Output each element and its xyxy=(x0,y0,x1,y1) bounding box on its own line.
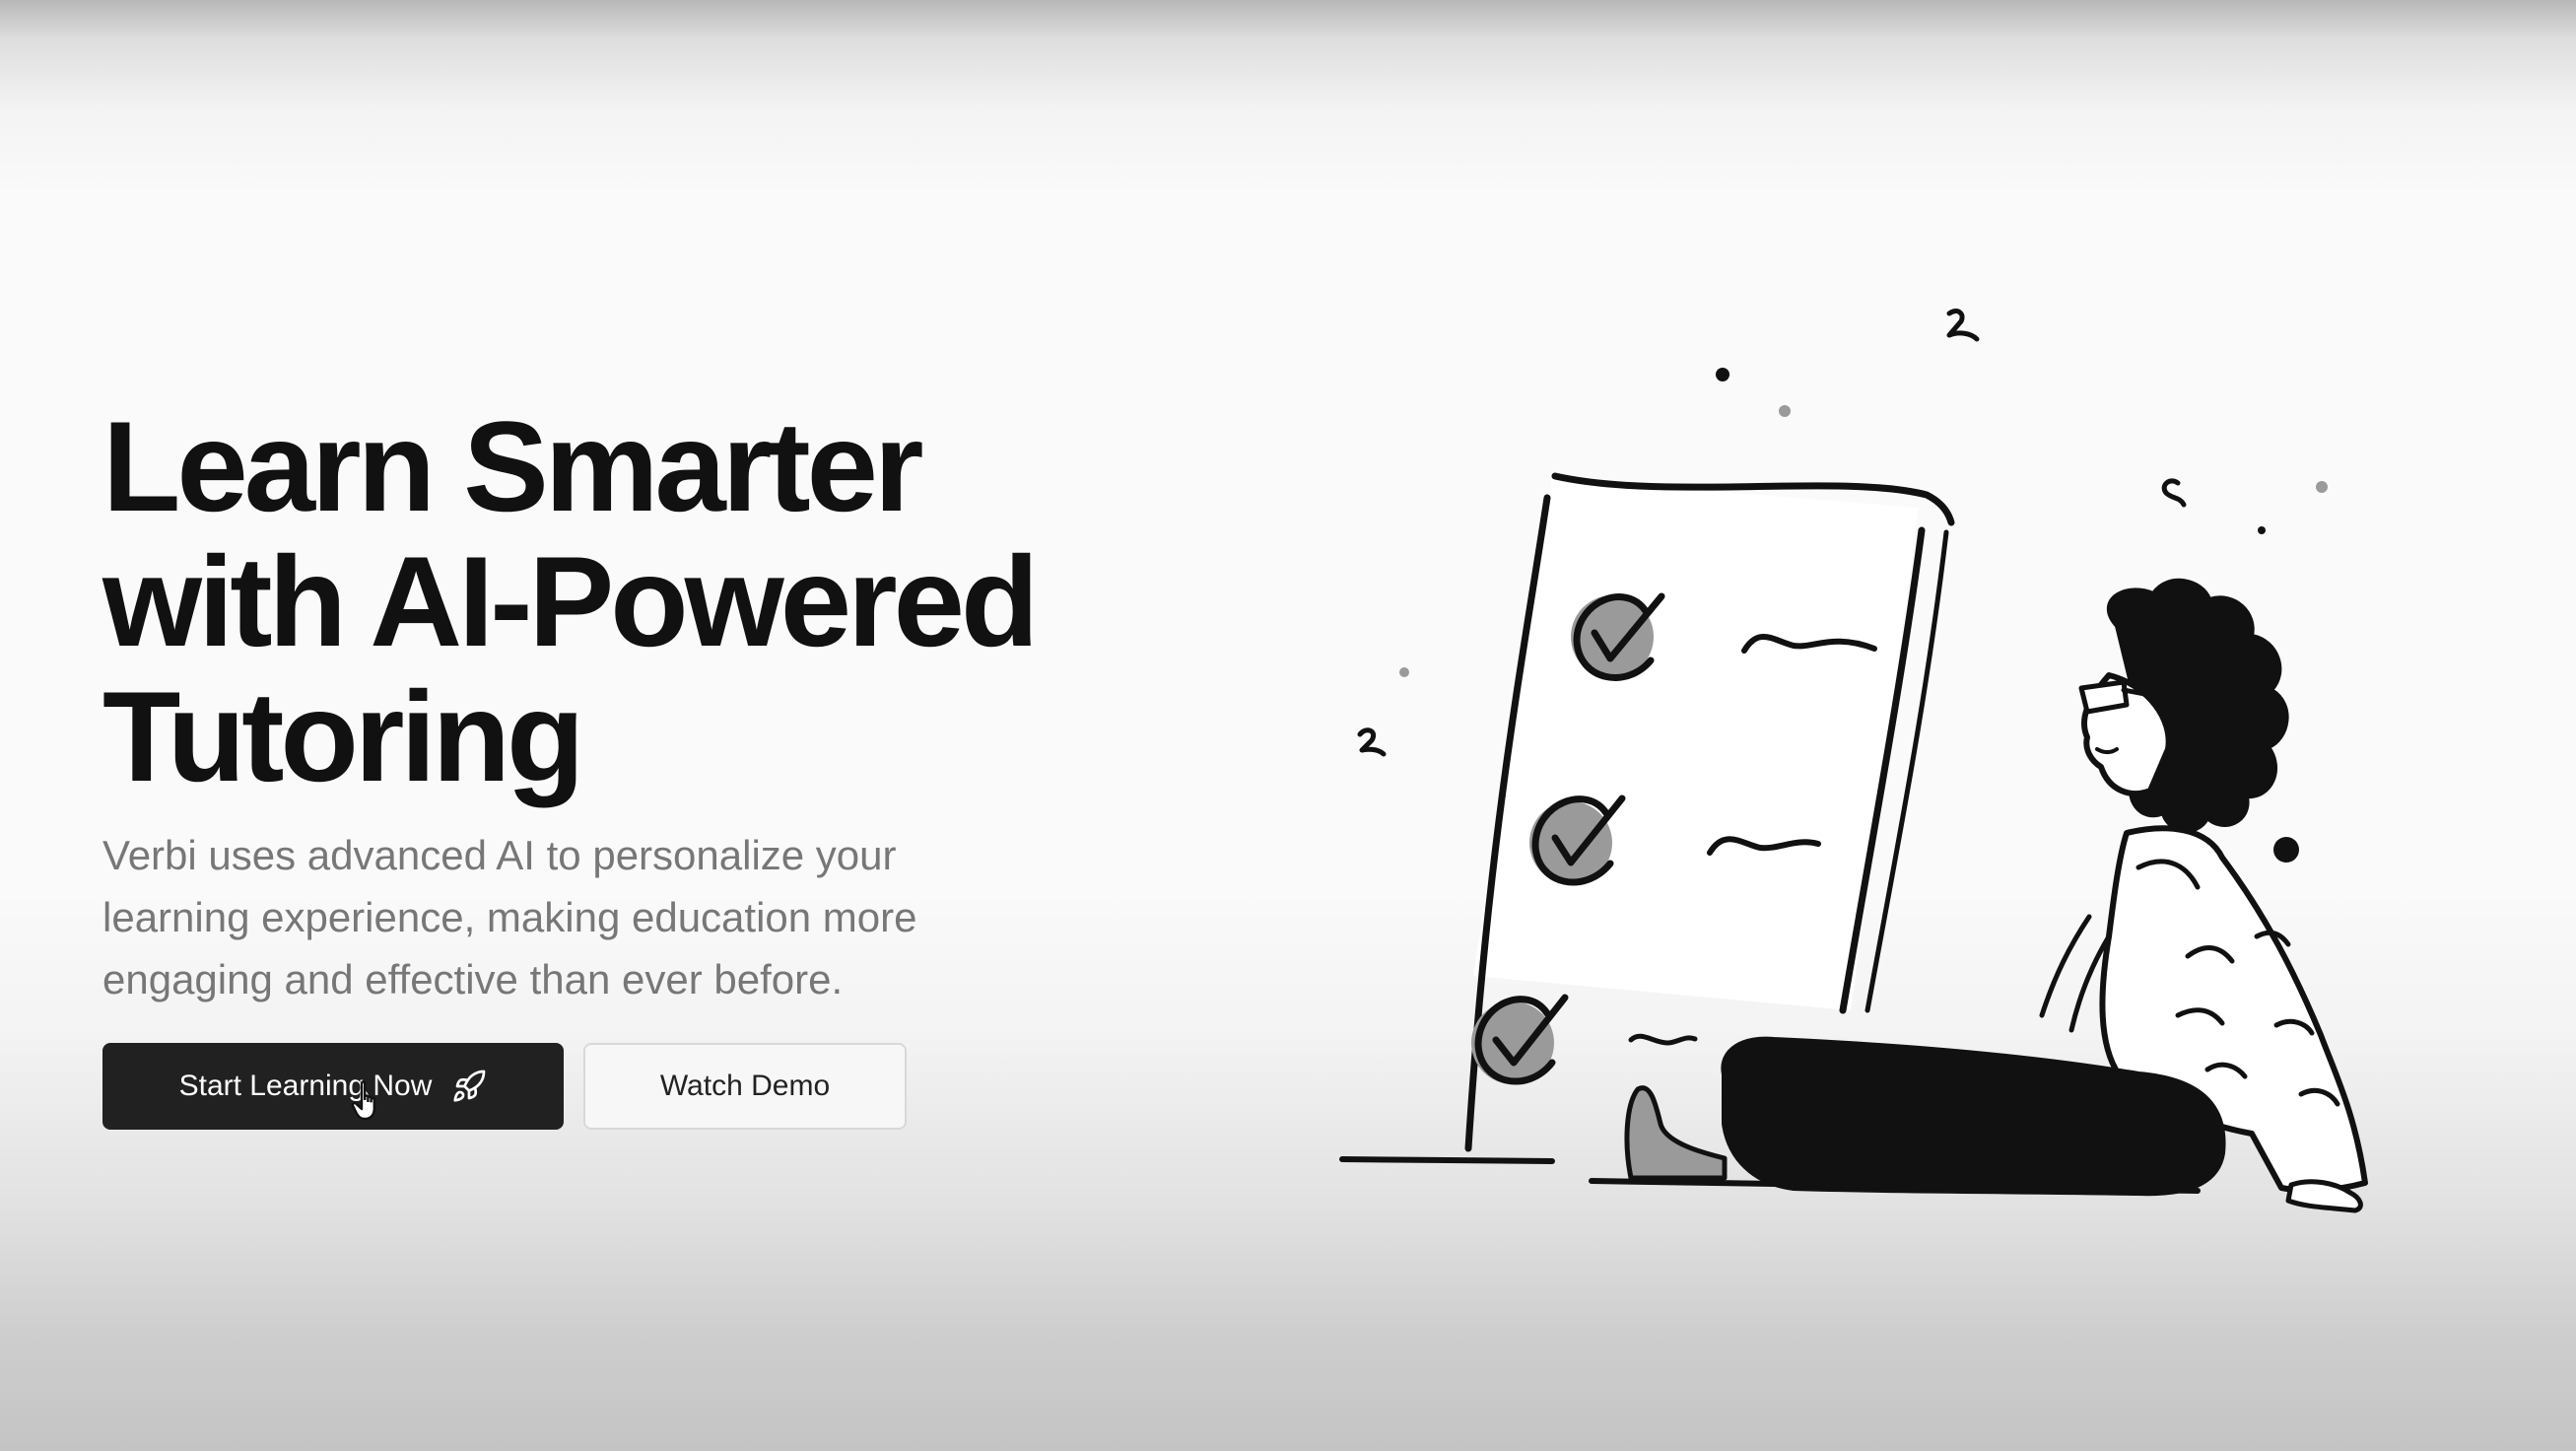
start-learning-label: Start Learning Now xyxy=(178,1070,433,1102)
hero-title-line-1: Learn Smarter xyxy=(102,394,924,538)
hero-subtitle: Verbi uses advanced AI to personalize yo… xyxy=(102,832,917,1002)
hero-title-line-3: Tutoring xyxy=(102,664,584,808)
doodle-squiggle xyxy=(1357,727,1387,757)
doodle-dot xyxy=(2316,481,2328,493)
doodle-dot xyxy=(2258,526,2266,534)
checklist-item-3 xyxy=(1471,994,1698,1085)
hero-text-block: Learn Smarter with AI-Powered Tutoring V… xyxy=(102,399,1147,1010)
hero-section: Learn Smarter with AI-Powered Tutoring V… xyxy=(0,0,2576,1451)
doodle-dot xyxy=(1716,368,1729,381)
hero-title: Learn Smarter with AI-Powered Tutoring xyxy=(102,399,1147,804)
doodle-dot xyxy=(1779,405,1791,417)
doodle-dot xyxy=(1399,667,1409,677)
start-learning-button[interactable]: Start Learning Now xyxy=(102,1043,564,1130)
cta-row: Start Learning Now Watch Demo xyxy=(102,1043,907,1130)
checklist-person-illustration xyxy=(1339,309,2368,1213)
person-shoe xyxy=(1624,1085,1728,1181)
hero-title-line-2: with AI-Powered xyxy=(102,529,1039,673)
rocket-icon xyxy=(451,1069,487,1104)
doodle-squiggle xyxy=(1946,309,1980,342)
glasses xyxy=(2078,679,2130,715)
hair-bun xyxy=(2273,837,2299,863)
watch-demo-button[interactable]: Watch Demo xyxy=(583,1043,907,1130)
ground-line-left xyxy=(1339,1156,1555,1164)
hand-cursor-icon xyxy=(351,1080,375,1121)
doodle-squiggle xyxy=(2161,478,2187,508)
watch-demo-label: Watch Demo xyxy=(659,1070,831,1102)
